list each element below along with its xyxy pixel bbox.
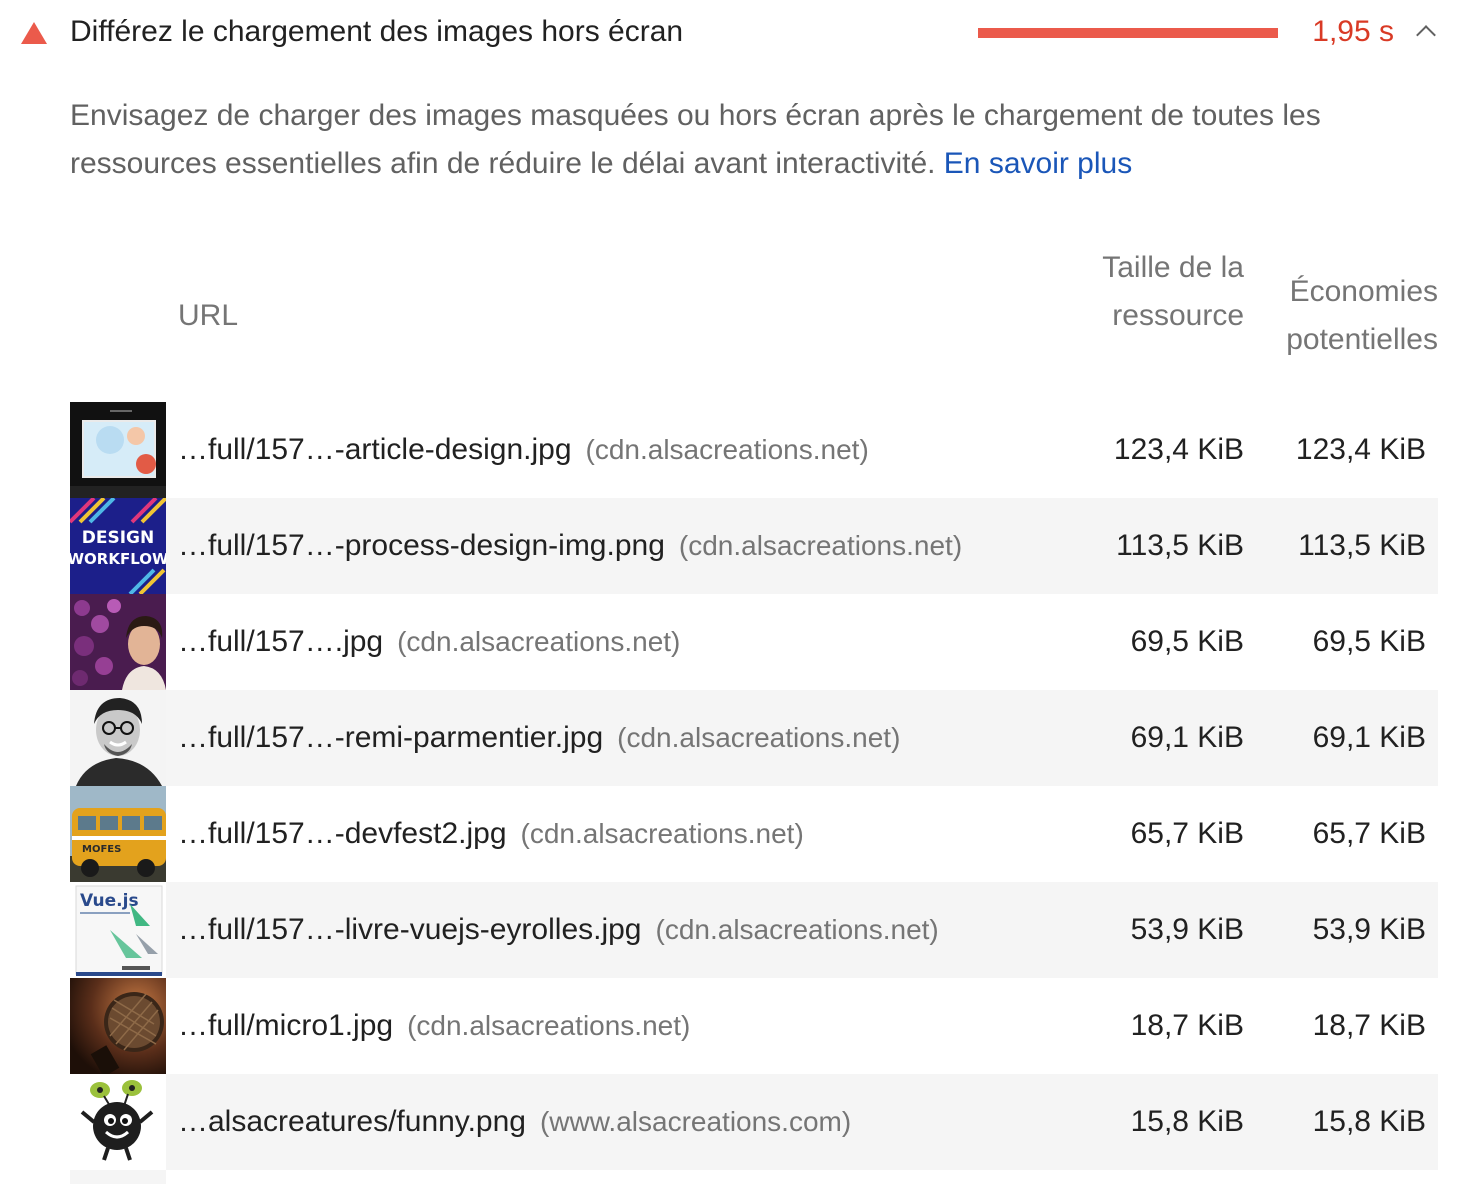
audit-description-text: Envisagez de charger des images masquées… [70,99,1321,180]
svg-text:MOFES: MOFES [82,844,121,855]
table-row: MOFES …full/157…-devfest2.jpg (cdn.alsacr… [70,786,1438,882]
column-header-potential-savings: Économies potentielles [1286,275,1438,356]
resource-size: 123,4 KiB [1113,433,1244,466]
url-host: (cdn.alsacreations.net) [678,530,963,561]
resource-size: 53,9 KiB [1130,913,1244,946]
table-row-partial [70,1170,166,1184]
table-row: …full/micro1.jpg (cdn.alsacreations.net) … [70,978,1438,1074]
table-row: …full/157….jpg (cdn.alsacreations.net) 69… [70,594,1438,690]
chevron-up-icon[interactable] [1416,25,1436,45]
table-row: …full/157…-article-design.jpg (cdn.alsacr… [70,402,1438,498]
url-host: (cdn.alsacreations.net) [617,722,901,753]
microphone-thumbnail [70,978,166,1074]
resource-size: 69,1 KiB [1130,721,1244,754]
url-path: …full/157….jpg [178,625,384,658]
design-workflow-thumbnail: DESIGN WORKFLOW [70,498,166,594]
thumb-text: DESIGN [82,528,154,548]
potential-savings: 18,7 KiB [1312,1009,1426,1042]
warning-triangle-icon [21,22,47,44]
url-host: (www.alsacreations.com) [539,1106,852,1137]
resource-url[interactable]: …full/micro1.jpg (cdn.alsacreations.net) [178,1002,690,1050]
vuejs-book-thumbnail: Vue.js [70,882,166,978]
resource-size: 113,5 KiB [1116,529,1244,562]
thumb-text: Vue.js [80,891,139,911]
potential-savings: 53,9 KiB [1312,913,1426,946]
url-path: …full/157…-livre-vuejs-eyrolles.jpg [178,913,642,946]
thumb-text: WORKFLOW [70,550,166,568]
table-row: DESIGN WORKFLOW …full/157…-process-desig… [70,498,1438,594]
resource-size: 65,7 KiB [1130,817,1244,850]
url-path: …alsacreatures/funny.png [178,1105,526,1138]
url-host: (cdn.alsacreations.net) [585,434,869,465]
audit-savings-bar-fill [978,28,1278,38]
audit-title: Différez le chargement des images hors é… [70,15,684,48]
audit-value: 1,95 s [1312,15,1394,48]
resource-url[interactable]: …full/157…-article-design.jpg (cdn.alsacr… [178,426,869,474]
url-path: …full/157…-remi-parmentier.jpg [178,721,604,754]
column-header-resource-size: Taille de la ressource [1102,251,1244,332]
resource-size: 69,5 KiB [1130,625,1244,658]
resource-size: 18,7 KiB [1130,1009,1244,1042]
offscreen-images-audit: Différez le chargement des images hors é… [0,0,1482,1184]
table-row: Vue.js …full/157…-livre-vuejs-eyrolles.j… [70,882,1438,978]
potential-savings: 123,4 KiB [1295,433,1426,466]
url-path: …full/157…-article-design.jpg [178,433,572,466]
url-host: (cdn.alsacreations.net) [397,626,681,657]
potential-savings: 113,5 KiB [1298,529,1426,562]
column-header-url: URL [178,299,239,332]
funny-creature-thumbnail [70,1074,166,1170]
remi-parmentier-thumbnail [70,690,166,786]
audit-header[interactable]: Différez le chargement des images hors é… [0,0,1482,64]
article-design-thumbnail [70,402,166,498]
url-path: …full/157…-devfest2.jpg [178,817,507,850]
potential-savings: 65,7 KiB [1312,817,1426,850]
resource-url[interactable]: …full/157…-process-design-img.png (cdn.al… [178,522,962,570]
url-path: …full/micro1.jpg [178,1009,394,1042]
resource-url[interactable]: …full/157….jpg (cdn.alsacreations.net) [178,618,680,666]
potential-savings: 15,8 KiB [1312,1105,1426,1138]
table-row: …alsacreatures/funny.png (www.alsacreatio… [70,1074,1438,1170]
resource-url[interactable]: …full/157…-remi-parmentier.jpg (cdn.alsac… [178,714,900,762]
resource-url[interactable]: …full/157…-livre-vuejs-eyrolles.jpg (cdn.… [178,906,939,954]
url-host: (cdn.alsacreations.net) [655,914,939,945]
potential-savings: 69,1 KiB [1312,721,1426,754]
devfest-van-thumbnail: MOFES [70,786,166,882]
learn-more-link[interactable]: En savoir plus [944,147,1132,180]
resource-table: …full/157…-article-design.jpg (cdn.alsacr… [70,402,1438,1170]
portrait-flowers-thumbnail [70,594,166,690]
resource-url[interactable]: …alsacreatures/funny.png (www.alsacreatio… [178,1098,851,1146]
resource-url[interactable]: …full/157…-devfest2.jpg (cdn.alsacreation… [178,810,804,858]
url-host: (cdn.alsacreations.net) [520,818,804,849]
table-row: …full/157…-remi-parmentier.jpg (cdn.alsac… [70,690,1438,786]
potential-savings: 69,5 KiB [1312,625,1426,658]
resource-size: 15,8 KiB [1130,1105,1244,1138]
url-path: …full/157…-process-design-img.png [178,529,665,562]
url-host: (cdn.alsacreations.net) [407,1010,691,1041]
audit-description: Envisagez de charger des images masquées… [70,92,1450,188]
audit-savings-bar [978,28,1278,38]
